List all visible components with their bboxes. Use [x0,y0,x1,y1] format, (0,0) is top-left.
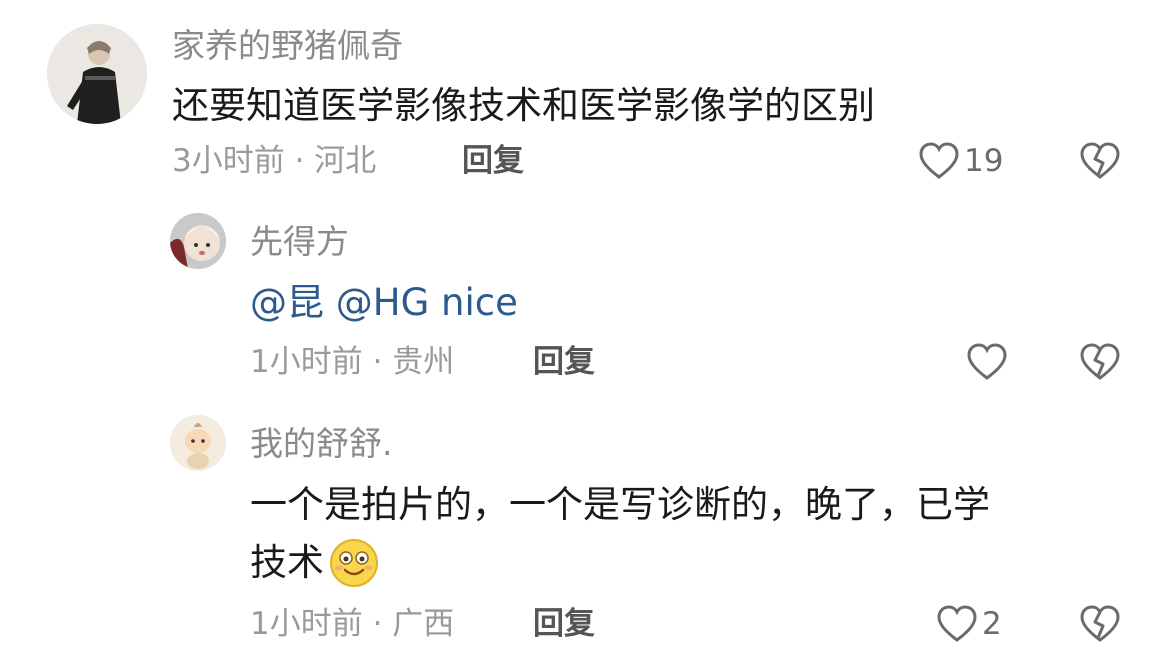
avatar[interactable] [170,213,226,269]
broken-heart-icon [1080,343,1120,380]
username[interactable]: 先得方 [250,222,349,262]
user-figure-icon [47,24,147,124]
like-count: 2 [982,606,1002,642]
dislike-button[interactable] [1079,342,1121,382]
child-face-icon [170,213,226,269]
reply-button[interactable]: 回复 [533,604,595,644]
dislike-button[interactable] [1079,604,1121,644]
mention-link[interactable]: @HG [336,281,430,324]
reply-button[interactable]: 回复 [533,342,595,382]
comment-text: 还要知道医学影像技术和医学影像学的区别 [172,84,875,127]
smiling-face-emoji-icon [330,539,378,587]
comment-text-line-2: 技术 [250,534,380,592]
like-count: 19 [964,143,1004,179]
broken-heart-icon [1080,605,1120,642]
heart-icon [967,343,1007,380]
comment-meta: 1小时前 · 贵州 [250,344,455,380]
dislike-button[interactable] [1079,141,1121,181]
comment-meta: 3小时前 · 河北 [172,143,377,179]
comment-meta: 1小时前 · 广西 [250,606,455,642]
avatar[interactable] [170,415,226,471]
like-button[interactable] [966,342,1012,382]
cartoon-baby-icon [170,415,226,471]
mention-link[interactable]: @昆 [250,281,324,324]
comment-text-tail: 技术 [250,541,324,584]
username[interactable]: 我的舒舒. [250,424,393,464]
like-button[interactable]: 2 [936,604,1002,644]
heart-icon [937,605,977,642]
reply-button[interactable]: 回复 [462,141,524,181]
heart-icon [919,142,959,179]
like-button[interactable]: 19 [918,141,1003,181]
comment-text-tail: nice [441,281,518,324]
comment-text-line-1: 一个是拍片的，一个是写诊断的，晚了，已学 [250,483,990,526]
username[interactable]: 家养的野猪佩奇 [172,26,403,66]
broken-heart-icon [1080,142,1120,179]
comment-text: @昆 @HG nice [250,274,518,332]
avatar[interactable] [47,24,147,124]
